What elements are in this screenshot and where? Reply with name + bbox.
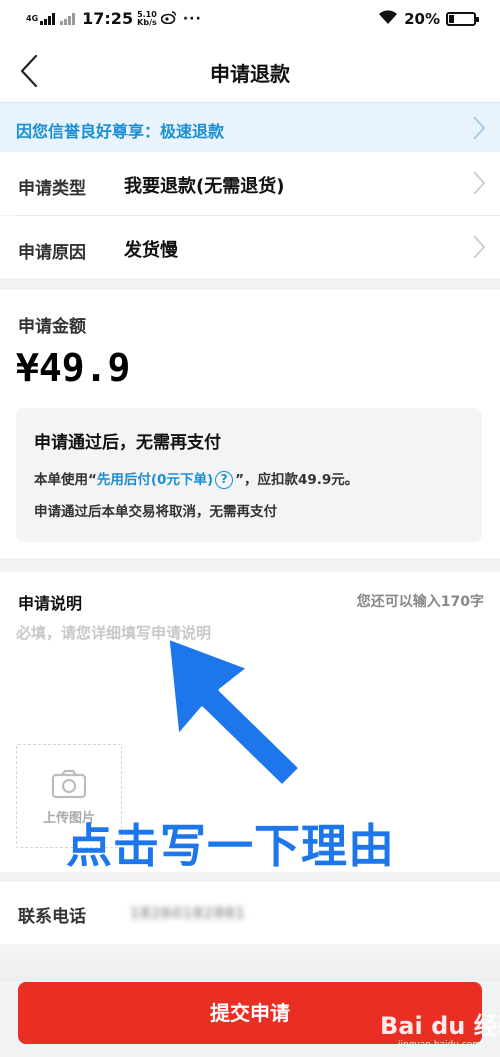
watermark-url: jingyan.baidu.com (398, 1040, 482, 1050)
amount-section: 申请金额 ¥49.9 申请通过后，无需再支付 本单使用“先用后付(0元下单)?”… (0, 290, 500, 558)
weibo-icon (160, 10, 177, 28)
request-type-label: 申请类型 (18, 179, 86, 199)
chevron-right-icon (472, 234, 486, 260)
explanation-label: 申请说明 (18, 594, 83, 613)
amount-label: 申请金额 (18, 317, 86, 337)
battery-percent: 20% (404, 10, 440, 28)
request-reason-value: 发货慢 (124, 240, 178, 261)
notice-title: 申请通过后，无需再支付 (34, 433, 221, 453)
char-remaining: 您还可以输入170字 (356, 594, 484, 610)
status-bar: 4G 17:25 5.10 Kb/s ··· 20% (0, 0, 500, 40)
notice-line-2: 申请通过后本单交易将取消，无需再支付 (34, 504, 277, 520)
credit-banner-text: 因您信誉良好尊享：极速退款 (16, 122, 225, 141)
battery-fill (449, 15, 454, 23)
speed-unit: Kb/s (137, 17, 157, 27)
chevron-right-icon (472, 115, 486, 141)
phone-label: 联系电话 (18, 907, 86, 927)
network-speed: 5.10 Kb/s (137, 10, 157, 27)
pay-later-link[interactable]: 先用后付(0元下单) (97, 472, 213, 488)
annotation-text: 点击写一下理由 (66, 819, 395, 873)
notice-prefix: 本单使用“ (34, 472, 97, 488)
credit-banner[interactable]: 因您信誉良好尊享：极速退款 (0, 102, 500, 152)
refund-application-screen: 4G 17:25 5.10 Kb/s ··· 20% 申请退款 因您信誉良好尊享… (0, 0, 500, 1057)
help-icon[interactable]: ? (215, 471, 234, 489)
clock: 17:25 (82, 9, 134, 28)
page-title: 申请退款 (210, 62, 290, 86)
request-type-row[interactable]: 申请类型 我要退款(无需退货) (0, 152, 500, 215)
nav-bar: 申请退款 (0, 40, 500, 102)
camera-icon (51, 769, 87, 799)
phone-value: 18260182881 (130, 904, 246, 922)
network-type: 4G (26, 14, 39, 23)
contact-phone-row[interactable]: 联系电话 18260182881 (0, 882, 500, 944)
bottom-spacer (0, 944, 500, 982)
notice-suffix: ”，应扣款49.9元。 (235, 472, 359, 488)
notice-line-1: 本单使用“先用后付(0元下单)? ”，应扣款49.9元。 (34, 468, 358, 489)
request-reason-row[interactable]: 申请原因 发货慢 (0, 216, 500, 278)
signal-icon-secondary (60, 12, 76, 25)
more-notifications: ··· (182, 10, 202, 27)
battery-icon (446, 12, 479, 26)
status-right: 20% (378, 9, 479, 29)
signal-icon (40, 12, 56, 25)
watermark-logo: Bai du 经验 (380, 1012, 500, 1040)
wifi-icon (378, 9, 398, 29)
chevron-right-icon (472, 170, 486, 196)
baidu-watermark: Bai du 经验 jingyan.baidu.com (374, 1002, 500, 1054)
request-reason-label: 申请原因 (18, 243, 86, 263)
payment-notice: 申请通过后，无需再支付 本单使用“先用后付(0元下单)? ”，应扣款49.9元。 … (16, 408, 482, 542)
status-left: 4G 17:25 5.10 Kb/s ··· (26, 9, 202, 28)
annotation-arrow-icon (150, 628, 310, 798)
amount-value: ¥49.9 (16, 346, 131, 390)
request-type-value: 我要退款(无需退货) (124, 176, 285, 197)
